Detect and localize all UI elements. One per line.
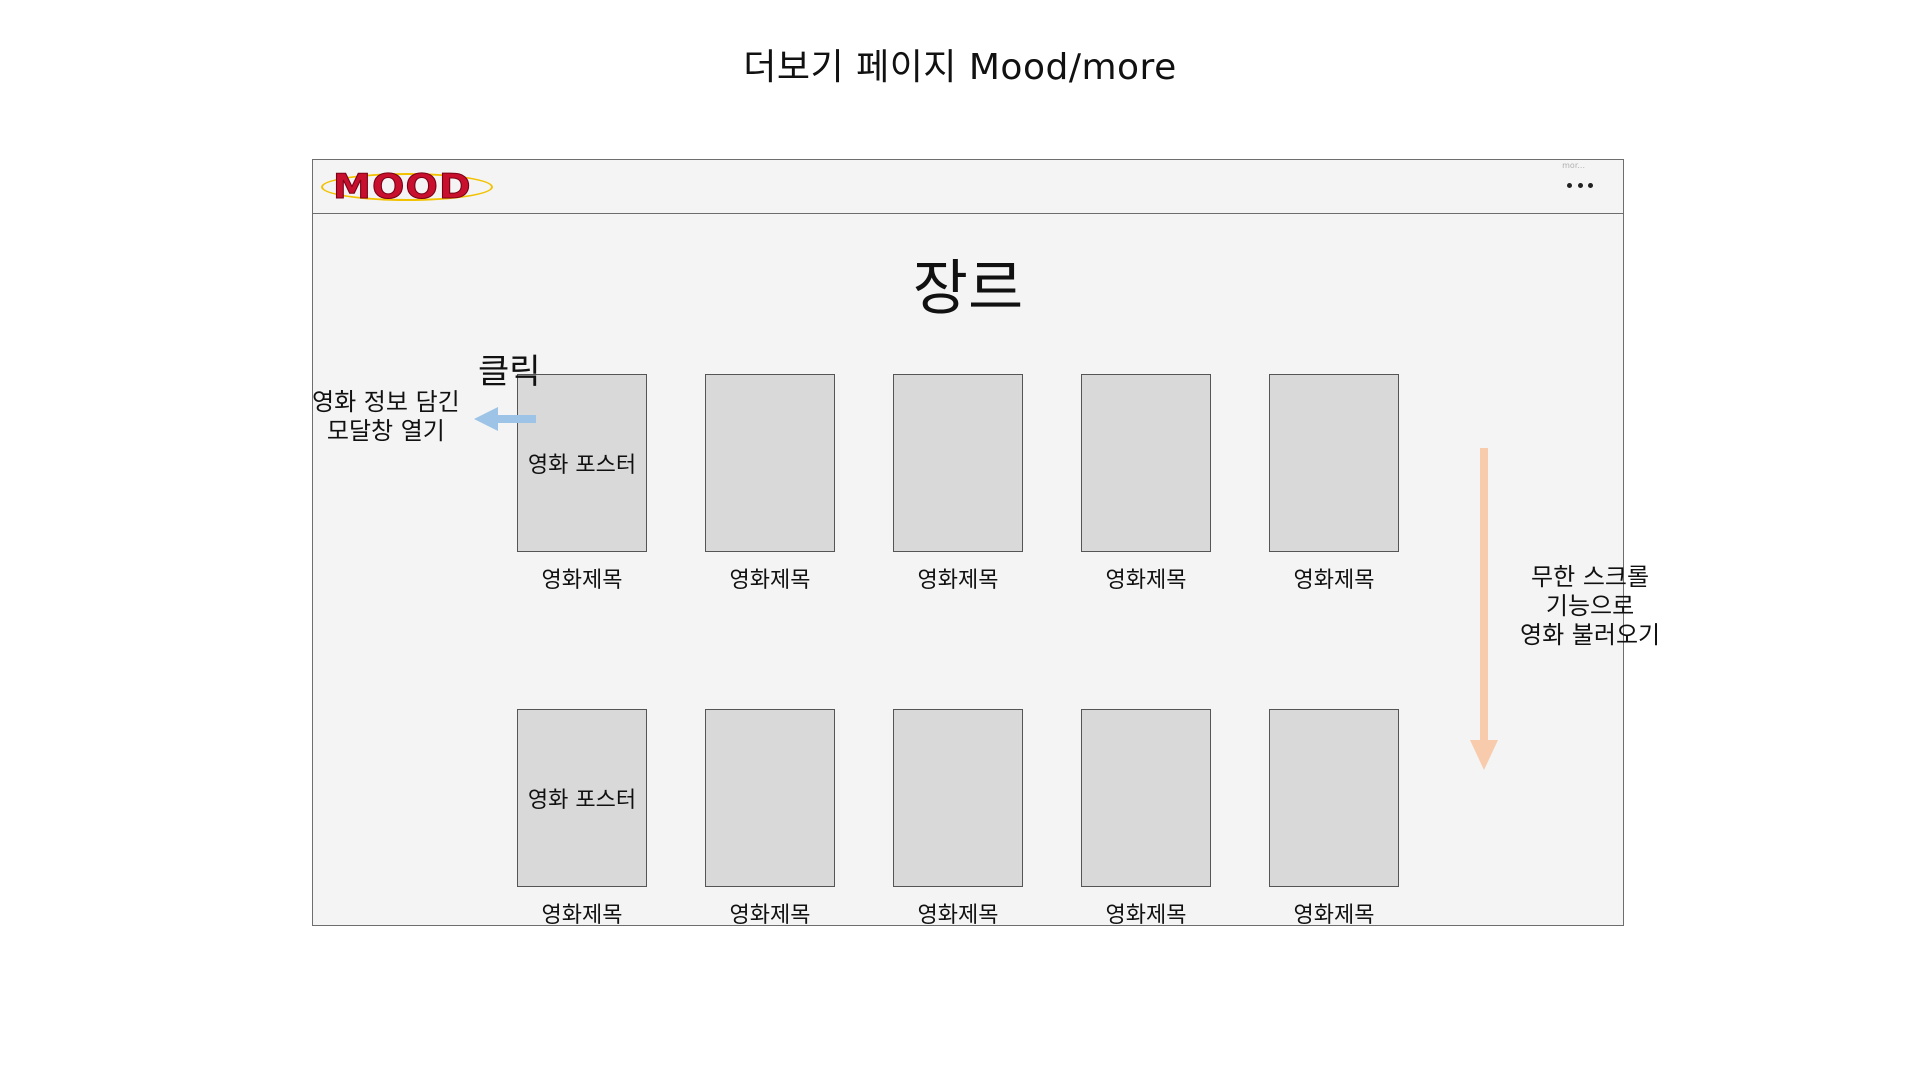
movie-title: 영화제목 xyxy=(917,568,999,593)
movie-card[interactable]: 영화제목 xyxy=(1269,374,1399,594)
genre-title: 장르 xyxy=(912,254,1024,324)
movie-poster[interactable] xyxy=(705,374,835,552)
movie-poster[interactable] xyxy=(705,709,835,887)
click-annotation: 클릭 xyxy=(478,352,541,392)
scroll-annotation-line1: 무한 스크롤 xyxy=(1531,563,1650,591)
movie-card[interactable]: 영화 포스터영화제목 xyxy=(517,709,647,929)
modal-annotation-line1: 영화 정보 담긴 xyxy=(312,388,460,416)
movie-poster[interactable] xyxy=(893,709,1023,887)
scroll-annotation-line2: 기능으로 xyxy=(1545,592,1635,620)
more-dots-icon[interactable] xyxy=(1567,180,1593,190)
browser-frame: MOOD mor... 장르 영화 포스터 영화제목 영화제목 영화제목 영화제목 영화제… xyxy=(312,159,1624,929)
movie-card[interactable]: 영화제목 xyxy=(705,709,835,929)
movie-card[interactable]: 영화제목 xyxy=(893,709,1023,929)
more-caption: mor... xyxy=(1562,161,1585,170)
movie-poster[interactable]: 영화 포스터 xyxy=(517,374,647,552)
scroll-annotation-line3: 영화 불러오기 xyxy=(1520,621,1661,649)
movie-poster[interactable] xyxy=(893,374,1023,552)
movie-card[interactable]: 영화제목 xyxy=(1081,374,1211,594)
movie-poster[interactable] xyxy=(1081,374,1211,552)
movie-poster[interactable] xyxy=(1081,709,1211,887)
scroll-annotation: 무한 스크롤 기능으로 영화 불러오기 xyxy=(1520,563,1660,650)
movie-title: 영화제목 xyxy=(1105,568,1187,593)
movie-title: 영화제목 xyxy=(917,903,999,928)
movie-title: 영화제목 xyxy=(541,568,623,593)
movie-title: 영화제목 xyxy=(541,903,623,928)
movie-card[interactable]: 영화제목 xyxy=(1269,709,1399,929)
modal-annotation-line2: 모달창 열기 xyxy=(326,417,445,445)
movie-title: 영화제목 xyxy=(1293,568,1375,593)
movie-card[interactable]: 영화제목 xyxy=(1081,709,1211,929)
movie-poster[interactable] xyxy=(1269,374,1399,552)
movie-card[interactable]: 영화제목 xyxy=(705,374,835,594)
movie-poster[interactable]: 영화 포스터 xyxy=(517,709,647,887)
movie-poster[interactable] xyxy=(1269,709,1399,887)
mood-logo[interactable]: MOOD xyxy=(321,167,501,207)
scroll-down-arrow-icon xyxy=(1470,448,1498,770)
movie-title: 영화제목 xyxy=(1293,903,1375,928)
click-arrow-icon xyxy=(474,407,536,431)
header-bar: MOOD mor... xyxy=(313,160,1623,214)
page-title: 더보기 페이지 Mood/more xyxy=(743,47,1177,88)
logo-text: MOOD xyxy=(332,167,472,207)
movie-card[interactable]: 영화제목 xyxy=(893,374,1023,594)
movie-grid: 영화 포스터 영화제목 영화제목 영화제목 영화제목 영화제목 영화 포스터 영화제목 영화제목… xyxy=(517,374,1399,929)
movie-title: 영화제목 xyxy=(729,568,811,593)
modal-annotation: 영화 정보 담긴 모달창 열기 xyxy=(312,388,460,446)
movie-title: 영화제목 xyxy=(1105,903,1187,928)
movie-title: 영화제목 xyxy=(729,903,811,928)
